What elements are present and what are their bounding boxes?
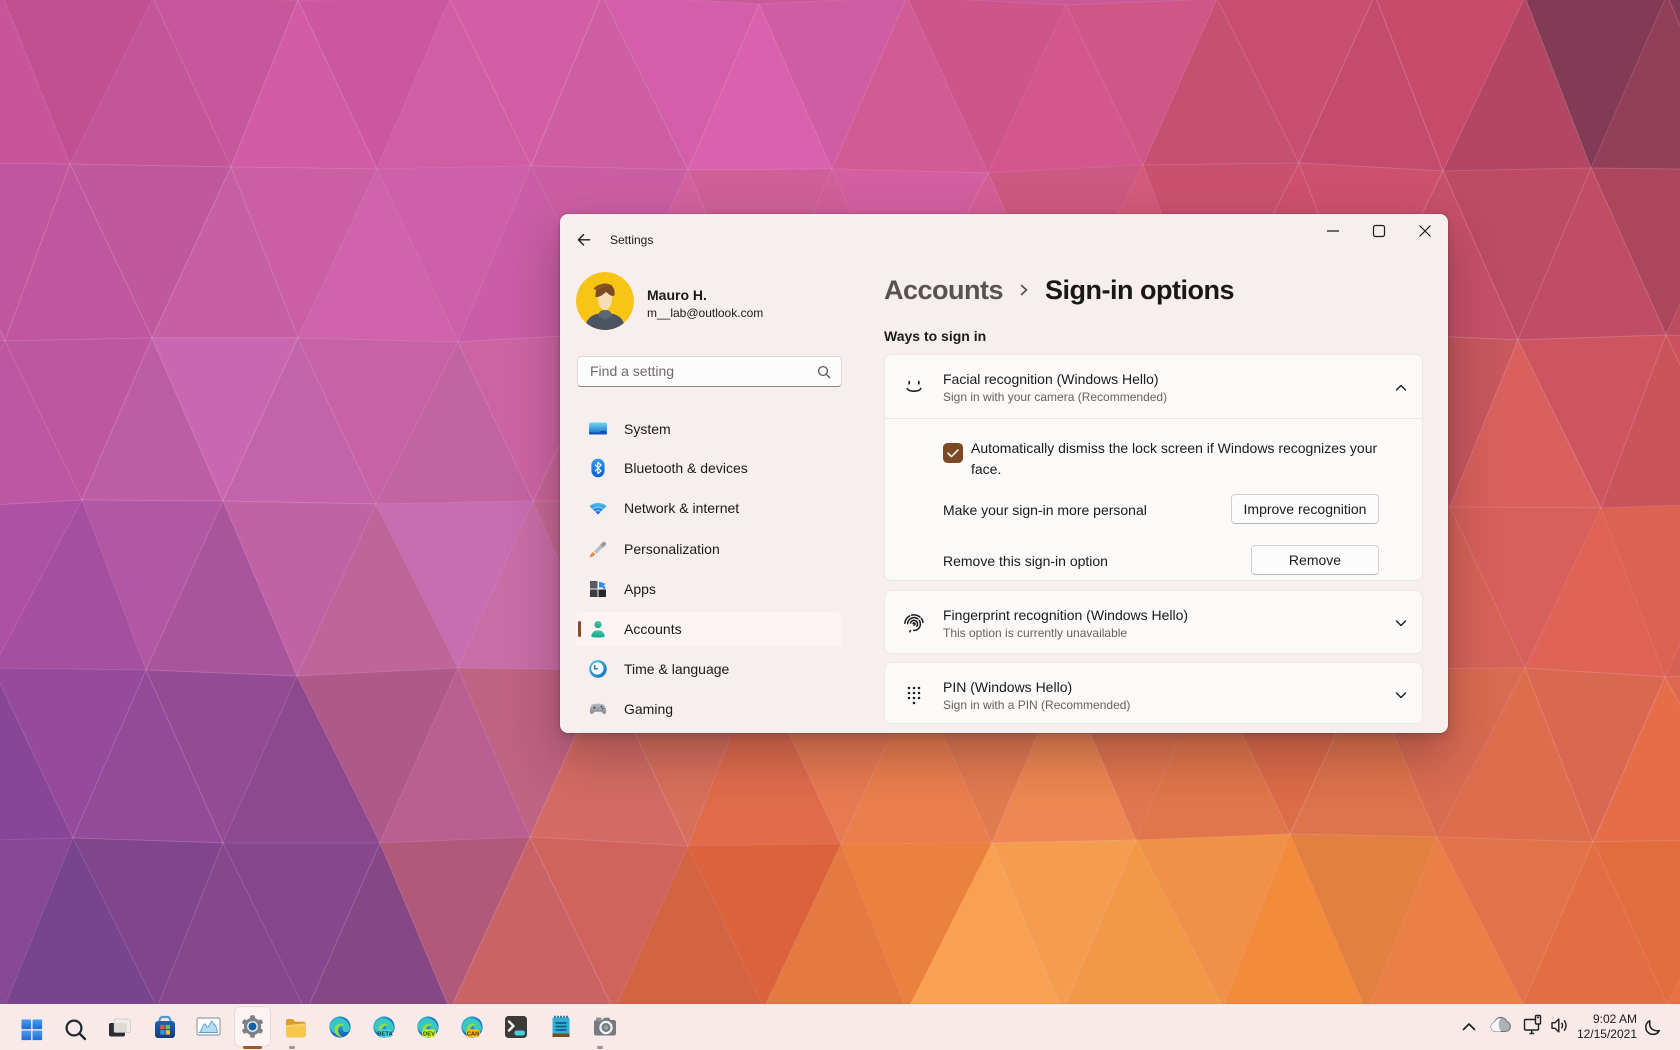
svg-text:DEV: DEV xyxy=(423,1032,435,1038)
svg-text:CAN: CAN xyxy=(467,1032,480,1038)
svg-text:BETA: BETA xyxy=(377,1032,393,1038)
